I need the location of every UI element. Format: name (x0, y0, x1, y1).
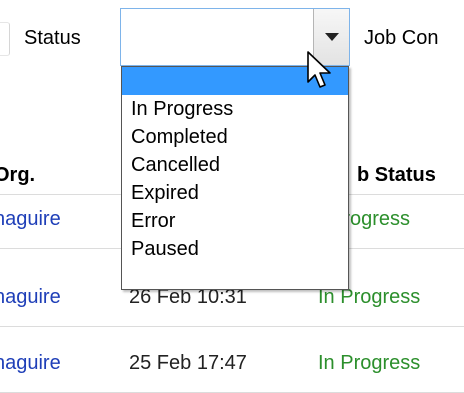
cell-date: 25 Feb 17:47 (129, 352, 247, 374)
job-con-filter-label: Job Con (364, 27, 439, 49)
column-header-org[interactable]: Org. (0, 164, 35, 187)
column-header-job-status[interactable]: b Status (357, 164, 436, 187)
cell-org[interactable]: naguire (0, 286, 61, 309)
dropdown-option[interactable]: Cancelled (122, 151, 348, 179)
dropdown-option[interactable]: Expired (122, 179, 348, 207)
dropdown-option[interactable]: Completed (122, 123, 348, 151)
dropdown-option[interactable]: In Progress (122, 95, 348, 123)
cell-org[interactable]: naguire (0, 352, 61, 375)
table-row[interactable]: naguire 25 Feb 17:47 In Progress (0, 340, 464, 393)
status-filter-label: Status (24, 27, 81, 49)
dropdown-option[interactable]: Paused (122, 235, 348, 263)
toolbar-separator (0, 22, 10, 56)
cell-org[interactable]: naguire (0, 208, 61, 231)
cell-status: In Progress (318, 352, 421, 374)
mouse-cursor-icon (307, 51, 331, 88)
status-dropdown-list[interactable]: In Progress Completed Cancelled Expired … (121, 66, 349, 290)
dropdown-option[interactable]: Error (122, 207, 348, 235)
